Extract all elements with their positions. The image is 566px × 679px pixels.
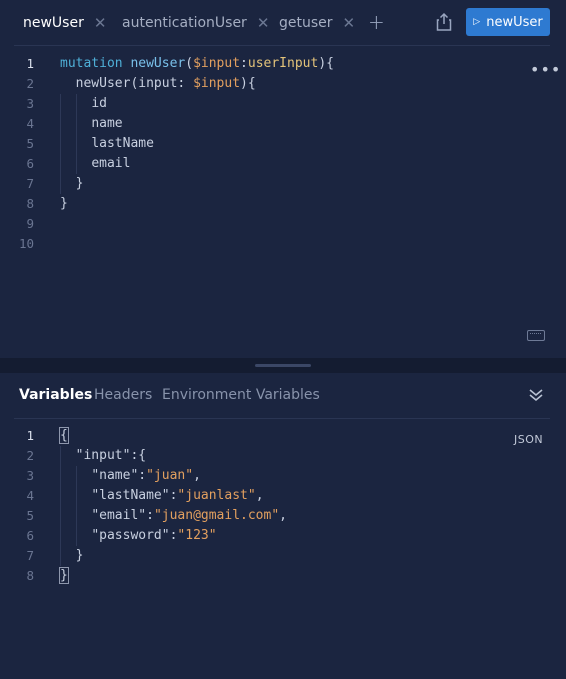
line-number: 5 bbox=[26, 508, 34, 523]
tab-label: newUser bbox=[23, 15, 84, 31]
tab-newuser[interactable]: newUser ✕ bbox=[23, 13, 106, 33]
code-text: lastName bbox=[91, 136, 154, 151]
code-line: 5 "email":"juan@gmail.com", bbox=[0, 506, 566, 526]
line-number: 1 bbox=[26, 428, 34, 443]
code-line: 1 { bbox=[0, 426, 566, 446]
line-number: 7 bbox=[26, 176, 34, 191]
line-number: 2 bbox=[26, 448, 34, 463]
code-text: } bbox=[60, 176, 84, 191]
code-text: "email":"juan@gmail.com", bbox=[91, 508, 287, 523]
code-text: "password":"123" bbox=[91, 528, 217, 543]
line-number: 3 bbox=[26, 96, 34, 111]
code-line: 3 id bbox=[0, 94, 566, 114]
code-text: } bbox=[59, 567, 69, 584]
run-button-label: newUser bbox=[486, 14, 543, 30]
tab-getuser[interactable]: getuser ✕ bbox=[279, 13, 355, 33]
code-line: 3 "name":"juan", bbox=[0, 466, 566, 486]
code-line: 6 email bbox=[0, 154, 566, 174]
tab-label: autenticationUser bbox=[122, 15, 247, 31]
divider bbox=[14, 418, 550, 419]
line-number: 8 bbox=[26, 568, 34, 583]
code-area[interactable]: 1 mutation newUser($input:userInput){ 2 … bbox=[0, 54, 566, 254]
close-icon[interactable]: ✕ bbox=[343, 15, 356, 31]
tab-headers[interactable]: Headers bbox=[94, 387, 152, 403]
code-text: } bbox=[60, 196, 68, 211]
resize-handle[interactable] bbox=[255, 364, 311, 367]
play-icon: ▷ bbox=[473, 17, 481, 27]
tab-environment-variables[interactable]: Environment Variables bbox=[162, 387, 320, 403]
code-line: 1 mutation newUser($input:userInput){ bbox=[0, 54, 566, 74]
line-number: 6 bbox=[26, 156, 34, 171]
more-icon[interactable]: ••• bbox=[530, 62, 561, 78]
code-line: 9 bbox=[0, 214, 566, 234]
line-number: 6 bbox=[26, 528, 34, 543]
code-line: 4 name bbox=[0, 114, 566, 134]
variables-panel: Variables Headers Environment Variables … bbox=[0, 373, 566, 679]
line-number: 3 bbox=[26, 468, 34, 483]
code-text: } bbox=[60, 548, 84, 563]
line-number: 2 bbox=[26, 76, 34, 91]
line-number: 4 bbox=[26, 488, 34, 503]
code-line: 7 } bbox=[0, 174, 566, 194]
operation-tab-bar: newUser ✕ autenticationUser ✕ getuser ✕ … bbox=[0, 0, 566, 46]
code-text: name bbox=[91, 116, 123, 131]
code-text: { bbox=[59, 427, 69, 444]
run-operation-button[interactable]: ▷ newUser bbox=[466, 8, 550, 36]
line-number: 8 bbox=[26, 196, 34, 211]
line-number: 5 bbox=[26, 136, 34, 151]
code-text: email bbox=[91, 156, 131, 171]
line-number: 1 bbox=[26, 56, 34, 71]
close-icon[interactable]: ✕ bbox=[257, 15, 270, 31]
code-line: 10 bbox=[0, 234, 566, 254]
code-text: "lastName":"juanlast", bbox=[91, 488, 264, 503]
code-line: 6 "password":"123" bbox=[0, 526, 566, 546]
share-icon[interactable] bbox=[435, 12, 453, 32]
code-line: 8 } bbox=[0, 194, 566, 214]
keyboard-icon[interactable] bbox=[527, 330, 545, 341]
code-text: id bbox=[91, 96, 107, 111]
chevrons-down-icon[interactable] bbox=[528, 387, 544, 403]
code-text: newUser(input: $input){ bbox=[75, 76, 256, 91]
code-line: 7 } bbox=[0, 546, 566, 566]
code-text: "name":"juan", bbox=[91, 468, 201, 483]
operation-editor[interactable]: 1 mutation newUser($input:userInput){ 2 … bbox=[0, 46, 566, 358]
line-number: 9 bbox=[26, 216, 34, 231]
code-text: "input":{ bbox=[75, 448, 147, 463]
code-line: 5 lastName bbox=[0, 134, 566, 154]
panel-resize-strip bbox=[0, 358, 566, 373]
close-icon[interactable]: ✕ bbox=[94, 15, 107, 31]
line-number: 4 bbox=[26, 116, 34, 131]
code-line: 2 "input":{ bbox=[0, 446, 566, 466]
code-line: 2 newUser(input: $input){ bbox=[0, 74, 566, 94]
code-text: mutation newUser($input:userInput){ bbox=[60, 56, 334, 71]
plus-icon[interactable]: + bbox=[368, 12, 385, 32]
code-line: 4 "lastName":"juanlast", bbox=[0, 486, 566, 506]
code-line: 8 } bbox=[0, 566, 566, 586]
tab-label: getuser bbox=[279, 15, 333, 31]
line-number: 10 bbox=[18, 236, 34, 251]
line-number: 7 bbox=[26, 548, 34, 563]
variables-editor[interactable]: 1 { 2 "input":{ 3 "name":"juan", 4 "last… bbox=[0, 426, 566, 586]
tab-variables[interactable]: Variables bbox=[19, 387, 92, 403]
tab-autenticationuser[interactable]: autenticationUser ✕ bbox=[122, 13, 269, 33]
